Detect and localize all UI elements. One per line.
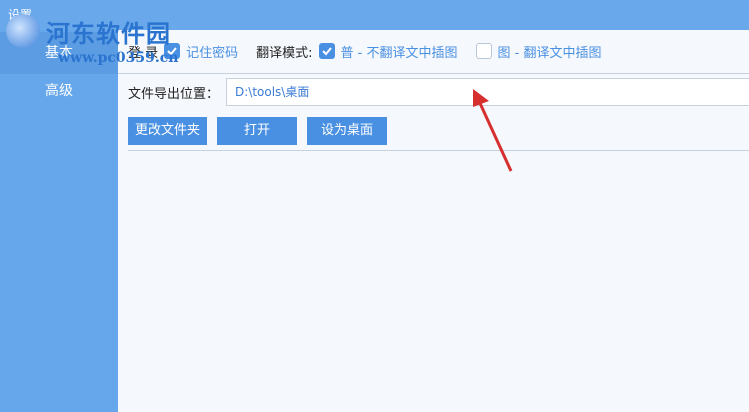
mode-normal-label: 普 - 不翻译文中插图 [340,45,458,61]
export-path-label: 文件导出位置： [128,86,220,102]
change-folder-button[interactable]: 更改文件夹 [128,117,207,145]
watermark-url: www.pc0359.cn [58,50,179,66]
main-panel: 登 录 记住密码 翻译模式: 普 - 不翻译文中插图 图 - 翻译文中插图 文件… [118,30,749,412]
divider [128,150,749,151]
set-desktop-button[interactable]: 设为桌面 [307,117,387,145]
open-button[interactable]: 打开 [217,117,297,145]
annotation-arrow-icon [473,89,513,172]
settings-window: 设置 河东软件园 www.pc0359.cn 基本 高级 登 录 记住密码 翻译… [0,0,749,412]
sidebar-item-advanced[interactable]: 高级 [0,70,118,112]
watermark: 河东软件园 www.pc0359.cn [0,4,260,74]
mode-image-label: 图 - 翻译文中插图 [497,45,602,61]
mode-image-checkbox[interactable]: 图 - 翻译文中插图 [475,42,602,61]
watermark-text: 河东软件园 [46,19,171,48]
mode-normal-checkbox[interactable]: 普 - 不翻译文中插图 [318,42,458,61]
translate-mode-label: 翻译模式: [256,45,313,61]
export-path-row: 文件导出位置： D:\tools\桌面 [128,78,749,106]
checkbox-checked-icon [318,43,335,59]
checkbox-unchecked-icon [475,43,492,59]
sidebar: 基本 高级 [0,30,118,412]
watermark-logo-icon [6,14,40,48]
